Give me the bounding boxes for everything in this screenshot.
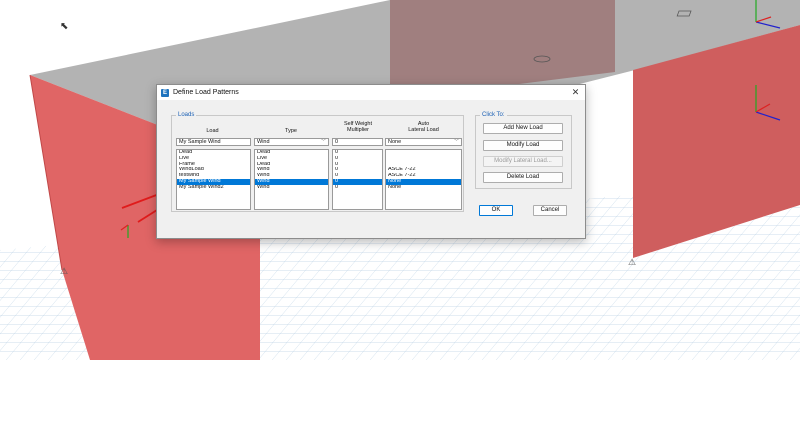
load-type-value: Wind [257, 139, 270, 145]
load-type-list[interactable]: Dead Live Dead Wind Wind Wind Wind [254, 149, 329, 210]
auto-lateral-value: None [388, 139, 402, 145]
self-weight-input[interactable]: 0 [332, 138, 383, 146]
modify-lateral-load-button[interactable]: Modify Lateral Load... [483, 156, 563, 167]
chevron-down-icon: ﹀ [320, 139, 326, 145]
self-weight-list[interactable]: 0 0 0 0 0 0 0 [332, 149, 383, 210]
define-load-patterns-dialog: E Define Load Patterns ✕ Loads Load Type… [156, 84, 586, 239]
list-item[interactable]: None [386, 185, 461, 191]
dialog-title: Define Load Patterns [173, 89, 239, 96]
auto-lateral-column-header: Auto Lateral Load [408, 121, 439, 133]
delete-load-button[interactable]: Delete Load [483, 172, 563, 183]
click-to-legend: Click To: [480, 111, 507, 119]
ok-button[interactable]: OK [479, 205, 513, 216]
modify-load-button[interactable]: Modify Load [483, 140, 563, 151]
list-item[interactable]: 0 [333, 185, 382, 191]
auto-lateral-select[interactable]: None ﹀ [385, 138, 462, 146]
dialog-titlebar[interactable]: E Define Load Patterns ✕ [157, 85, 585, 100]
close-icon[interactable]: ✕ [570, 87, 581, 98]
loads-group: Loads Load Type Self Weight Multiplier A… [171, 111, 464, 212]
add-new-load-button[interactable]: Add New Load [483, 123, 563, 134]
load-name-list[interactable]: Dead Live Frame WindLoad testwind My Sam… [176, 149, 251, 210]
auto-lateral-list[interactable]: ASCE 7-22 ASCE 7-22 None None [385, 149, 462, 210]
click-to-group: Click To: Add New Load Modify Load Modif… [475, 111, 572, 189]
load-name-input[interactable]: My Sample Wind [176, 138, 251, 146]
chevron-down-icon: ﹀ [453, 139, 459, 145]
self-weight-column-header: Self Weight Multiplier [343, 121, 373, 133]
load-column-header: Load [206, 128, 219, 134]
loads-group-legend: Loads [176, 111, 197, 119]
load-type-select[interactable]: Wind ﹀ [254, 138, 329, 146]
list-item[interactable]: Wind [255, 185, 328, 191]
cancel-button[interactable]: Cancel [533, 205, 567, 216]
type-column-header: Type [285, 128, 297, 134]
list-item[interactable]: My Sample Wind2 [177, 185, 250, 191]
etabs-app-icon: E [161, 88, 169, 97]
